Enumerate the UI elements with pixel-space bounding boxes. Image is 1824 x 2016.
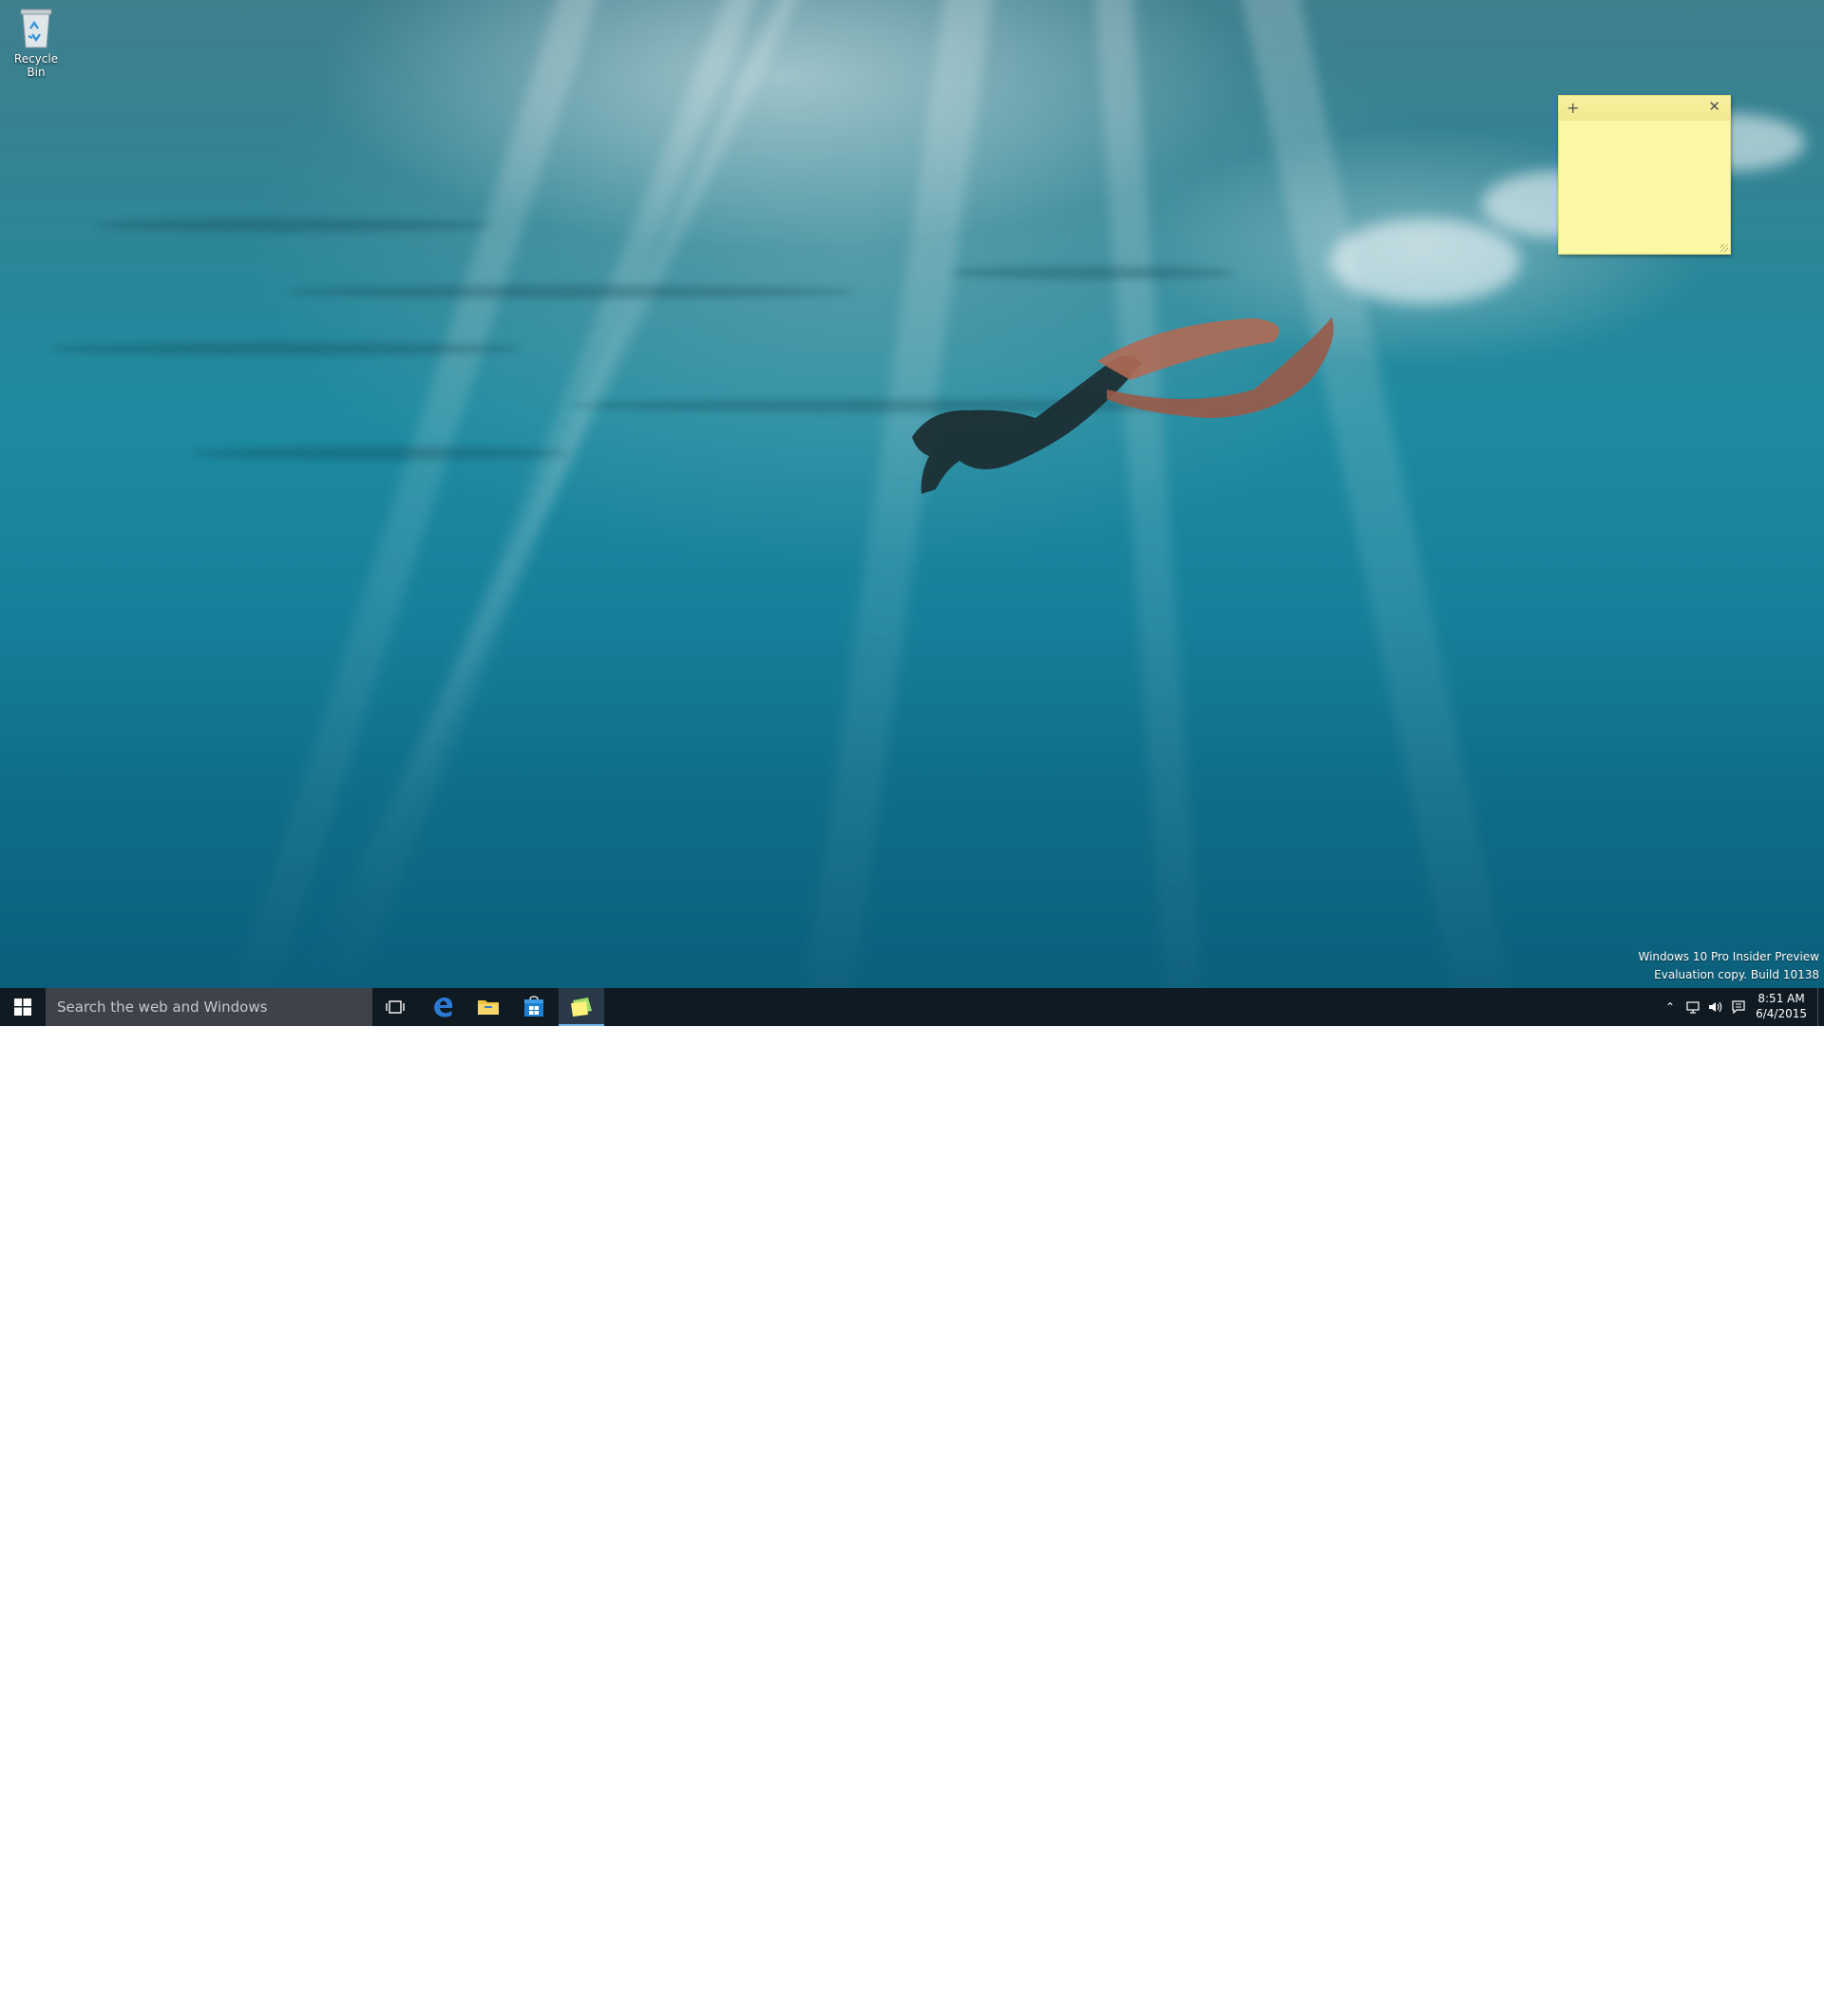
store-button[interactable]: [511, 988, 557, 1026]
volume-icon: [1708, 1000, 1723, 1014]
show-hidden-icons-button[interactable]: ⌃: [1659, 988, 1682, 1026]
action-center-icon: [1732, 1000, 1745, 1014]
network-icon: [1686, 1000, 1700, 1014]
desktop-background: [0, 0, 1824, 988]
recycle-bin-shortcut[interactable]: Recycle Bin: [4, 6, 68, 79]
action-center-button[interactable]: [1727, 988, 1750, 1026]
task-view-icon: [386, 999, 405, 1015]
file-explorer-button[interactable]: [466, 988, 511, 1026]
folder-icon: [477, 998, 500, 1017]
close-note-button[interactable]: ✕: [1708, 98, 1720, 115]
surface-ripple: [190, 447, 570, 460]
search-placeholder: Search the web and Windows: [57, 998, 267, 1016]
taskbar: Search the web and Windows: [0, 988, 1824, 1026]
build-watermark: Windows 10 Pro Insider Preview Evaluatio…: [1638, 948, 1819, 984]
sticky-notes-button[interactable]: [559, 988, 604, 1026]
surface-ripple: [285, 285, 855, 298]
surface-ripple: [48, 342, 522, 355]
add-note-button[interactable]: +: [1567, 99, 1579, 117]
show-desktop-button[interactable]: [1817, 988, 1824, 1026]
volume-tray-button[interactable]: [1704, 988, 1727, 1026]
edge-icon: [431, 996, 454, 1018]
branding-text: The Collection Book: [1642, 1972, 1824, 2014]
watermark-build: Evaluation copy. Build 10138: [1638, 966, 1819, 984]
task-view-button[interactable]: [372, 988, 418, 1026]
search-box[interactable]: Search the web and Windows: [46, 988, 372, 1026]
surface-sparkle: [1330, 219, 1520, 304]
book-icon: [1586, 1970, 1636, 2016]
sticky-note-text[interactable]: [1559, 121, 1730, 132]
clock-date: 6/4/2015: [1756, 1006, 1807, 1021]
network-tray-button[interactable]: [1682, 988, 1704, 1026]
resize-grip-icon[interactable]: [1720, 244, 1728, 252]
light-ray: [299, 0, 814, 988]
start-button[interactable]: [0, 988, 46, 1026]
system-clock[interactable]: 8:51 AM 6/4/2015: [1756, 991, 1807, 1021]
clock-time: 8:51 AM: [1756, 991, 1807, 1006]
sticky-notes-icon: [569, 997, 594, 1018]
recycle-bin-label: Recycle Bin: [4, 52, 68, 79]
chevron-up-icon: ⌃: [1665, 1000, 1675, 1014]
swimmer-silhouette: [893, 304, 1349, 513]
sticky-note[interactable]: + ✕: [1558, 95, 1731, 255]
surface-ripple: [950, 266, 1235, 279]
store-icon: [522, 996, 545, 1018]
recycle-bin-icon: [15, 6, 57, 49]
sticky-note-titlebar[interactable]: + ✕: [1559, 96, 1730, 121]
edge-button[interactable]: [420, 988, 466, 1026]
windows-logo-icon: [14, 998, 31, 1016]
surface-ripple: [95, 219, 494, 232]
collection-book-branding: The Collection Book: [1586, 1970, 1824, 2016]
watermark-edition: Windows 10 Pro Insider Preview: [1638, 948, 1819, 966]
